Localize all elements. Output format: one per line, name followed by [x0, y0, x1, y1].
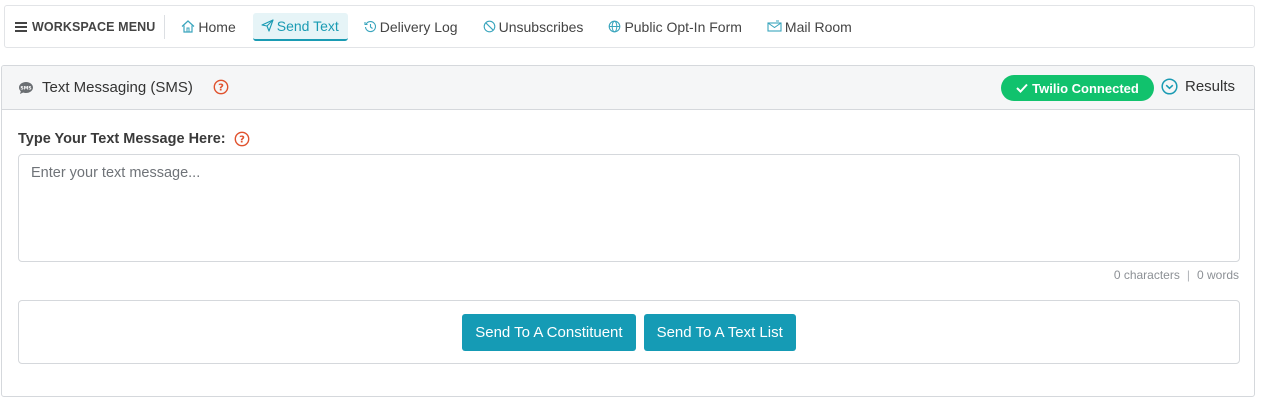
- message-label: Type Your Text Message Here: ?: [18, 131, 250, 147]
- svg-text:?: ?: [218, 83, 224, 94]
- workspace-menu-button[interactable]: WORKSPACE MENU: [5, 14, 166, 39]
- nav-item-send-text[interactable]: Send Text: [252, 12, 348, 41]
- workspace-menu-label: WORKSPACE MENU: [32, 19, 156, 34]
- svg-text:?: ?: [239, 135, 245, 146]
- character-count: 0 characters: [1113, 268, 1180, 282]
- svg-text:SMS: SMS: [20, 85, 31, 91]
- message-label-text: Type Your Text Message Here:: [18, 131, 226, 147]
- message-textarea[interactable]: [18, 154, 1240, 262]
- workspace-nav: WORKSPACE MENU Home Send Text Delivery L…: [4, 5, 1255, 48]
- nav-item-delivery-log[interactable]: Delivery Log: [356, 13, 467, 41]
- nav-item-unsubscribes[interactable]: Unsubscribes: [475, 13, 593, 41]
- nav-item-label: Delivery Log: [379, 18, 458, 35]
- send-actions: Send To A Constituent Send To A Text Lis…: [18, 300, 1240, 364]
- nav-item-public-opt-in-form[interactable]: Public Opt-In Form: [600, 13, 750, 41]
- help-icon[interactable]: ?: [213, 79, 229, 95]
- results-label: Results: [1185, 78, 1236, 95]
- counter-separator: |: [1186, 268, 1190, 282]
- mailbox-icon: [767, 20, 782, 32]
- globe-icon: [609, 20, 621, 33]
- sms-chat-icon: SMS: [19, 82, 33, 94]
- ban-icon: [483, 20, 495, 33]
- message-counter: 0 characters | 0 words: [1114, 268, 1239, 282]
- panel-header: SMS Text Messaging (SMS) ? Twilio Connec…: [2, 66, 1254, 110]
- nav-item-label: Home: [198, 18, 236, 35]
- badge-label: Twilio Connected: [1032, 80, 1139, 96]
- nav-item-home[interactable]: Home: [173, 13, 244, 41]
- paper-plane-icon: [261, 19, 274, 32]
- nav-item-label: Unsubscribes: [498, 18, 584, 35]
- panel-title: Text Messaging (SMS): [42, 79, 193, 96]
- results-toggle[interactable]: Results: [1161, 78, 1235, 95]
- history-icon: [364, 21, 376, 33]
- chevron-circle-down-icon: [1161, 78, 1178, 95]
- send-to-text-list-button[interactable]: Send To A Text List: [643, 313, 796, 351]
- nav-item-mail-room[interactable]: Mail Room: [759, 13, 861, 41]
- check-icon: [1016, 83, 1028, 93]
- nav-item-label: Send Text: [276, 17, 339, 34]
- sms-panel: SMS Text Messaging (SMS) ? Twilio Connec…: [1, 65, 1255, 397]
- help-icon[interactable]: ?: [234, 131, 250, 147]
- hamburger-icon: [15, 21, 27, 32]
- nav-item-label: Public Opt-In Form: [624, 18, 742, 35]
- word-count: 0 words: [1196, 268, 1239, 282]
- home-icon: [182, 20, 195, 33]
- send-to-constituent-button[interactable]: Send To A Constituent: [462, 313, 636, 351]
- twilio-status-badge: Twilio Connected: [1001, 75, 1154, 101]
- nav-item-label: Mail Room: [784, 18, 852, 35]
